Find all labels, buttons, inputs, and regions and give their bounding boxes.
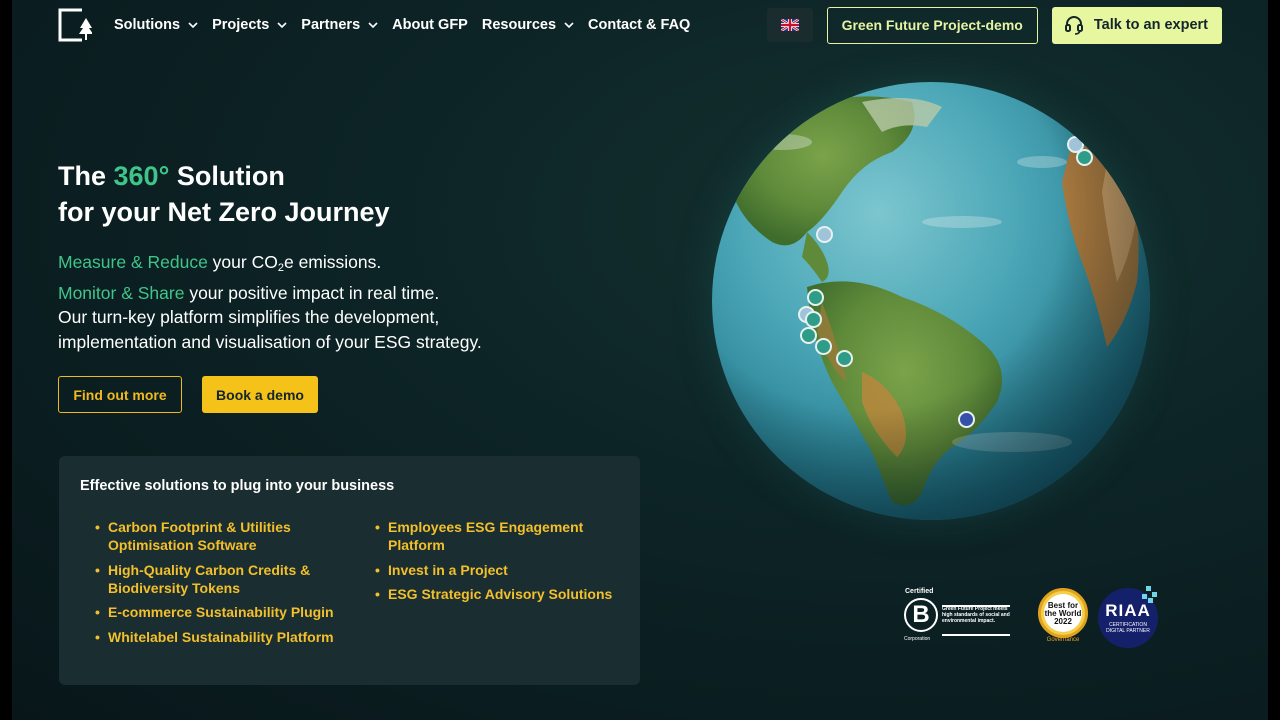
nav-projects-label: Projects <box>212 17 270 33</box>
chevron-down-icon <box>564 22 574 29</box>
riaa-badge: RIAA CERTIFICATION DIGITAL PARTNER <box>1098 586 1158 648</box>
hero-title: The 360° Solution for your Net Zero Jour… <box>58 158 390 230</box>
uk-flag-icon <box>780 19 799 31</box>
right-edge <box>1268 0 1280 720</box>
bcorp-certified-label: Certified <box>905 588 934 595</box>
demo-button[interactable]: Green Future Project-demo <box>826 6 1038 44</box>
project-marker[interactable] <box>958 411 975 428</box>
talk-to-expert-label: Talk to an expert <box>1093 17 1208 33</box>
hero-title-accent: 360° <box>113 161 170 191</box>
project-globe[interactable] <box>712 82 1150 520</box>
chevron-down-icon <box>368 22 378 29</box>
bcorp-badge: Certified B Corporation Green Future Pro… <box>902 588 1012 646</box>
bcorp-corporation-label: Corporation <box>904 636 931 642</box>
solution-link[interactable]: Whitelabel Sustainability Platform <box>95 628 357 646</box>
hero-line-1: Measure & Reduce your CO2e emissions. <box>58 250 482 281</box>
hero-line-1-rest-b: e emissions. <box>283 252 382 272</box>
hero-line-1-accent: Measure & Reduce <box>58 252 208 272</box>
solution-link[interactable]: Carbon Footprint & Utilities Optimisatio… <box>95 518 357 554</box>
nav-projects[interactable]: Projects <box>212 17 287 33</box>
hero-line-3: Our turn-key platform simplifies the dev… <box>58 307 440 327</box>
riaa-pixel <box>1146 586 1151 591</box>
bcorp-letter: B <box>904 598 938 632</box>
book-demo-button[interactable]: Book a demo <box>202 376 318 413</box>
project-marker[interactable] <box>807 289 824 306</box>
top-nav: Solutions Projects Partners About GFP Re… <box>58 6 1222 44</box>
nav-about-label: About GFP <box>392 17 468 33</box>
nav-about[interactable]: About GFP <box>392 17 468 33</box>
nav-contact[interactable]: Contact & FAQ <box>588 17 690 33</box>
best-for-world-inner: Best for the World 2022 <box>1044 594 1082 632</box>
hero-line-2-rest: your positive impact in real time. <box>184 282 440 303</box>
hero-title-pre: The <box>58 161 114 191</box>
hero-line-4: implementation and visualisation of your… <box>58 331 482 352</box>
solution-link[interactable]: Invest in a Project <box>375 561 625 579</box>
talk-to-expert-button[interactable]: Talk to an expert <box>1051 6 1222 44</box>
chevron-down-icon <box>277 22 287 29</box>
hero-title-post: Solution <box>169 161 285 191</box>
nav-resources-label: Resources <box>481 17 557 33</box>
hero-line-2: Monitor & Share your positive impact in … <box>58 281 482 306</box>
globe-landmasses <box>712 82 1150 520</box>
hero-title-line2: for your Net Zero Journey <box>58 197 390 227</box>
solutions-card-title: Effective solutions to plug into your bu… <box>80 478 395 494</box>
bcorp-divider <box>942 634 1010 636</box>
solution-link[interactable]: Employees ESG Engagement Platform <box>375 518 625 554</box>
project-marker[interactable] <box>816 226 833 243</box>
riaa-pixel <box>1152 592 1157 597</box>
certifications: Certified B Corporation Green Future Pro… <box>902 586 1166 650</box>
solutions-list-left: Carbon Footprint & Utilities Optimisatio… <box>95 518 357 652</box>
nav-actions: Green Future Project-demo Talk to an exp… <box>766 6 1222 44</box>
riaa-subtitle: CERTIFICATION DIGITAL PARTNER <box>1106 622 1150 634</box>
bcorp-description: Green Future Project meets high standard… <box>942 606 1010 624</box>
project-marker[interactable] <box>836 350 853 367</box>
project-marker[interactable] <box>805 311 822 328</box>
hero-description: Measure & Reduce your CO2e emissions. Mo… <box>58 250 482 354</box>
solution-link[interactable]: E-commerce Sustainability Plugin <box>95 603 357 621</box>
riaa-title: RIAA <box>1105 601 1151 620</box>
nav-contact-label: Contact & FAQ <box>588 17 691 33</box>
nav-partners[interactable]: Partners <box>301 17 378 33</box>
solutions-list-right: Employees ESG Engagement Platform Invest… <box>375 518 625 610</box>
best-for-world-label: Governance <box>1046 637 1080 643</box>
riaa-pixel <box>1142 594 1147 599</box>
solution-link[interactable]: ESG Strategic Advisory Solutions <box>375 585 625 603</box>
solution-link[interactable]: High-Quality Carbon Credits & Biodiversi… <box>95 561 357 597</box>
language-selector[interactable] <box>766 8 813 42</box>
best-for-world-text: Best for the World <box>1044 601 1082 618</box>
project-marker[interactable] <box>815 338 832 355</box>
hero-line-2-accent: Monitor & Share <box>58 282 185 303</box>
logo-icon[interactable] <box>58 8 93 42</box>
find-out-more-button[interactable]: Find out more <box>58 376 182 413</box>
project-marker[interactable] <box>800 327 817 344</box>
best-for-world-badge: Best for the World 2022 <box>1038 588 1088 638</box>
solutions-card: Effective solutions to plug into your bu… <box>59 456 640 685</box>
nav-solutions-label: Solutions <box>114 17 181 33</box>
left-edge <box>0 0 12 720</box>
project-marker[interactable] <box>1076 149 1093 166</box>
headset-icon <box>1064 16 1083 35</box>
chevron-down-icon <box>188 22 198 29</box>
hero-line-1-rest-a: your CO <box>207 252 278 272</box>
nav-resources[interactable]: Resources <box>482 17 574 33</box>
globe-sphere <box>712 82 1150 520</box>
nav-partners-label: Partners <box>301 17 361 33</box>
page: Solutions Projects Partners About GFP Re… <box>0 0 1280 720</box>
best-for-world-year: 2022 <box>1054 617 1072 626</box>
nav-solutions[interactable]: Solutions <box>114 17 198 33</box>
